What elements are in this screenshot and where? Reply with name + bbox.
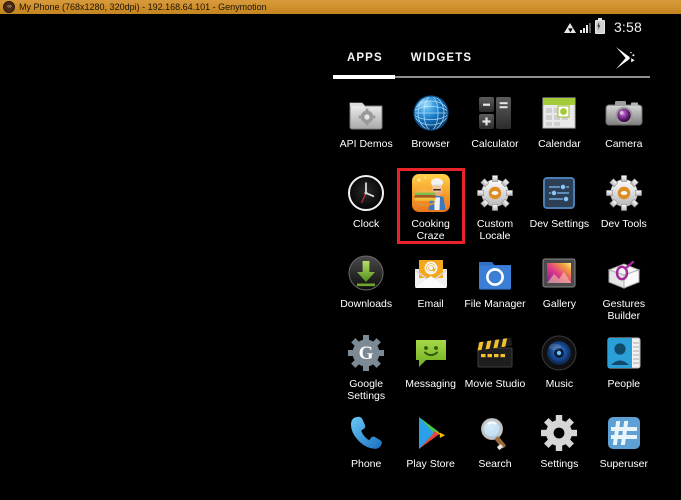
phone-icon <box>345 412 387 454</box>
app-icon-cooking-craze[interactable]: Cooking Craze <box>398 166 462 246</box>
app-label: Custom Locale <box>476 218 514 242</box>
app-label: Phone <box>351 458 382 470</box>
app-icon-calendar[interactable]: Calendar <box>527 86 591 166</box>
file-manager-icon <box>474 252 516 294</box>
app-label: Search <box>478 458 512 470</box>
android-screen: 3:58 APPS WIDGETS API Demos Browser Calc… <box>330 14 660 500</box>
app-icon-clock[interactable]: Clock <box>334 166 398 246</box>
app-icon-phone[interactable]: Phone <box>334 406 398 486</box>
app-icon-calculator[interactable]: Calculator <box>463 86 527 166</box>
window-titlebar[interactable]: ∞ My Phone (768x1280, 320dpi) - 192.168.… <box>0 0 681 14</box>
tab-widgets[interactable]: WIDGETS <box>397 40 486 76</box>
app-icon-settings[interactable]: Settings <box>527 406 591 486</box>
app-label: Google Settings <box>347 378 386 402</box>
genymotion-window: ∞ My Phone (768x1280, 320dpi) - 192.168.… <box>0 0 681 500</box>
app-icon-api-demos[interactable]: API Demos <box>334 86 398 166</box>
calendar-icon <box>538 92 580 134</box>
tab-apps[interactable]: APPS <box>333 40 397 76</box>
app-label: People <box>607 378 641 390</box>
app-label: File Manager <box>464 298 526 310</box>
tab-underline-active <box>333 75 395 79</box>
battery-charging-icon <box>594 18 605 34</box>
app-label: Email <box>417 298 444 310</box>
genymotion-icon: ∞ <box>3 1 15 13</box>
settings-icon <box>538 412 580 454</box>
svg-text:G: G <box>359 343 374 364</box>
app-label: Messaging <box>405 378 456 390</box>
app-label: API Demos <box>339 138 393 150</box>
play-store-icon[interactable] <box>610 44 638 72</box>
gestures-builder-icon <box>603 252 645 294</box>
app-grid: API Demos Browser Calculator Calendar Ca… <box>330 84 660 486</box>
clock-icon <box>345 172 387 214</box>
app-icon-email[interactable]: Email <box>398 246 462 326</box>
app-icon-downloads[interactable]: Downloads <box>334 246 398 326</box>
music-icon <box>538 332 580 374</box>
device-viewport: 3:58 APPS WIDGETS API Demos Browser Calc… <box>0 14 681 500</box>
cooking-craze-icon <box>410 172 452 214</box>
app-label: Superuser <box>599 458 649 470</box>
app-label: Calendar <box>538 138 581 150</box>
app-icon-search[interactable]: Search <box>463 406 527 486</box>
play-store-icon <box>410 412 452 454</box>
app-label: Music <box>545 378 574 390</box>
app-icon-camera[interactable]: Camera <box>592 86 656 166</box>
dev-settings-icon <box>538 172 580 214</box>
app-icon-superuser[interactable]: Superuser <box>592 406 656 486</box>
app-drawer-tabbar: APPS WIDGETS <box>330 40 660 84</box>
app-icon-file-manager[interactable]: File Manager <box>463 246 527 326</box>
app-label: Settings <box>540 458 579 470</box>
android-status-bar: 3:58 <box>330 14 660 40</box>
app-icon-play-store[interactable]: Play Store <box>398 406 462 486</box>
app-label: Movie Studio <box>464 378 526 390</box>
app-label: Browser <box>411 138 450 150</box>
calculator-icon <box>474 92 516 134</box>
app-icon-music[interactable]: Music <box>527 326 591 406</box>
wifi-icon <box>563 22 577 33</box>
app-label: Calculator <box>471 138 519 150</box>
movie-studio-icon <box>474 332 516 374</box>
app-label: Camera <box>605 138 643 150</box>
app-icon-google-settings[interactable]: G Google Settings <box>334 326 398 406</box>
people-icon <box>603 332 645 374</box>
window-title: My Phone (768x1280, 320dpi) - 192.168.64… <box>19 2 267 12</box>
app-icon-gestures-builder[interactable]: Gestures Builder <box>592 246 656 326</box>
app-label: Cooking Craze <box>411 218 450 242</box>
browser-icon <box>410 92 452 134</box>
camera-icon <box>603 92 645 134</box>
custom-locale-icon <box>474 172 516 214</box>
signal-icon <box>579 22 592 33</box>
messaging-icon <box>410 332 452 374</box>
status-bar-clock: 3:58 <box>613 19 642 35</box>
app-label: Play Store <box>406 458 455 470</box>
downloads-icon <box>345 252 387 294</box>
app-icon-people[interactable]: People <box>592 326 656 406</box>
app-label: Dev Settings <box>529 218 590 230</box>
gallery-icon <box>538 252 580 294</box>
app-icon-dev-settings[interactable]: Dev Settings <box>527 166 591 246</box>
search-icon <box>474 412 516 454</box>
app-label: Gallery <box>542 298 577 310</box>
app-label: Downloads <box>340 298 393 310</box>
email-icon <box>410 252 452 294</box>
app-label: Dev Tools <box>600 218 647 230</box>
app-label: Clock <box>353 218 380 230</box>
app-icon-browser[interactable]: Browser <box>398 86 462 166</box>
google-settings-icon: G <box>345 332 387 374</box>
app-icon-dev-tools[interactable]: Dev Tools <box>592 166 656 246</box>
dev-tools-icon <box>603 172 645 214</box>
api-demos-icon <box>345 92 387 134</box>
app-icon-movie-studio[interactable]: Movie Studio <box>463 326 527 406</box>
superuser-icon <box>603 412 645 454</box>
app-label: Gestures Builder <box>602 298 646 322</box>
app-icon-gallery[interactable]: Gallery <box>527 246 591 326</box>
app-icon-messaging[interactable]: Messaging <box>398 326 462 406</box>
app-icon-custom-locale[interactable]: Custom Locale <box>463 166 527 246</box>
